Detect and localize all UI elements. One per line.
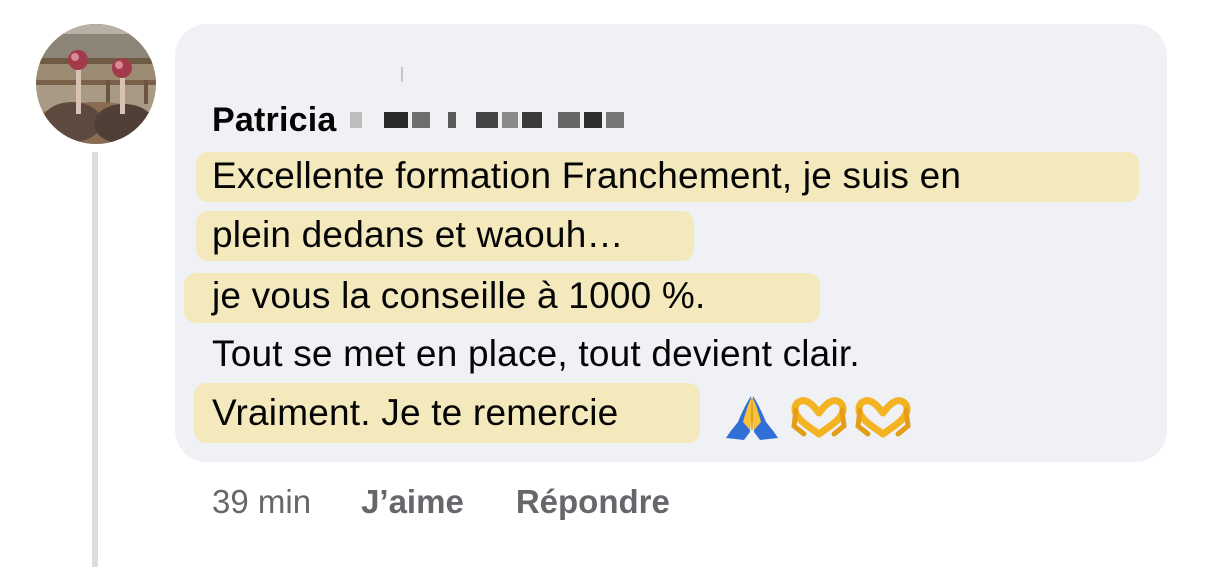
folded-hands-icon [726,396,778,440]
comment-line: Tout se met en place, tout devient clair… [212,333,860,374]
comment-line: Vraiment. Je te remercie [212,392,619,433]
heart-hands-icon [791,397,847,438]
avatar[interactable] [36,24,156,144]
emoji-group [720,392,912,444]
comment-line: Excellente formation Franchement, je sui… [212,155,962,196]
redacted-name-blur [350,112,625,128]
reply-button[interactable]: Répondre [516,483,670,521]
ostrich-photo [36,24,156,144]
thread-line [92,152,98,567]
author-name[interactable]: Patricia [212,101,336,140]
divider-mark [401,67,403,82]
heart-hands-icon [855,397,911,438]
comment-line: plein dedans et waouh… [212,214,624,255]
comment-header: Patricia [212,96,625,144]
comment-actions: 39 min J’aime Répondre [212,480,722,524]
like-button[interactable]: J’aime [361,483,464,521]
comment-line: je vous la conseille à 1000 %. [212,275,706,316]
comment-timestamp[interactable]: 39 min [212,483,311,521]
